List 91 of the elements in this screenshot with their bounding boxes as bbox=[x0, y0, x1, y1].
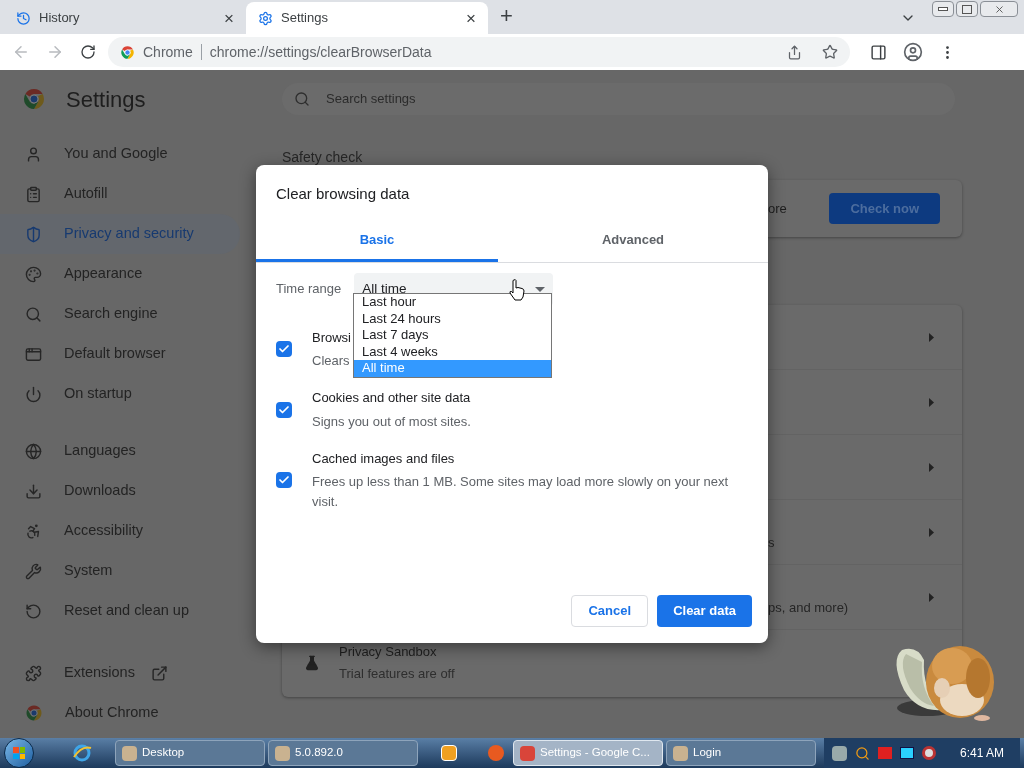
dialog-tab[interactable]: Basic bbox=[256, 221, 498, 262]
sidebar-item[interactable]: System bbox=[0, 551, 240, 591]
sidebar-item[interactable]: Languages bbox=[0, 431, 240, 471]
option-description: Clears bbox=[312, 352, 350, 370]
side-panel-icon[interactable] bbox=[870, 43, 887, 61]
option-description: Signs you out of most sites. bbox=[312, 412, 471, 431]
dialog-title: Clear browsing data bbox=[275, 184, 411, 204]
arrow-right-icon[interactable] bbox=[929, 527, 934, 537]
puzzle-icon bbox=[25, 664, 42, 682]
row-title: Privacy Sandbox bbox=[339, 642, 438, 661]
arrow-right-icon[interactable] bbox=[929, 592, 934, 602]
clock: 6:41 AM bbox=[959, 745, 1004, 762]
shield-icon bbox=[25, 225, 42, 243]
search-field[interactable]: Search settings bbox=[282, 83, 955, 115]
dialog-tab[interactable]: Advanced bbox=[498, 221, 768, 262]
taskbar-button[interactable]: 5.0.892.0 bbox=[268, 740, 418, 766]
option-description: Frees up less than 1 MB. Some sites may load more slowly on your next visit. bbox=[312, 473, 730, 511]
option-title: Browsi bbox=[312, 328, 351, 347]
minimize-icon[interactable] bbox=[932, 1, 954, 17]
address-bar[interactable]: Chrome chrome://settings/clearBrowserData bbox=[108, 37, 850, 67]
sidebar-item[interactable]: Reset and clean up bbox=[0, 591, 240, 631]
sidebar-item[interactable]: Autofill bbox=[0, 174, 240, 214]
share-icon[interactable] bbox=[787, 44, 802, 60]
dropdown-option[interactable]: All time bbox=[354, 360, 551, 377]
arrow-right-icon[interactable] bbox=[929, 332, 934, 342]
taskbar-button[interactable]: Desktop bbox=[115, 740, 265, 766]
arrow-right-icon[interactable] bbox=[929, 462, 934, 472]
section-heading: Safety check bbox=[282, 148, 364, 167]
download-icon bbox=[25, 482, 42, 500]
chrome-logo-icon bbox=[22, 87, 46, 111]
gear-icon bbox=[258, 10, 273, 26]
taskbar-button[interactable]: Login bbox=[666, 740, 816, 766]
checkbox[interactable] bbox=[276, 401, 292, 418]
cancel-button[interactable]: Cancel bbox=[571, 595, 649, 627]
sidebar-item[interactable]: Default browser bbox=[0, 334, 240, 374]
sidebar-item[interactable]: About Chrome bbox=[0, 693, 240, 733]
reload-icon[interactable] bbox=[80, 44, 96, 60]
chrome-logo-icon bbox=[25, 704, 43, 722]
person-icon bbox=[25, 145, 42, 163]
option-title: Cached images and files bbox=[312, 449, 455, 468]
profile-icon[interactable] bbox=[903, 42, 923, 62]
option-title: Cookies and other site data bbox=[312, 389, 471, 407]
power-icon bbox=[25, 385, 42, 403]
row-subtitle: Trial features are off bbox=[339, 665, 455, 683]
card-text: ore bbox=[768, 199, 787, 218]
search-icon[interactable] bbox=[854, 745, 870, 761]
tab-title: Settings bbox=[281, 9, 329, 28]
close-button[interactable]: × bbox=[224, 9, 234, 27]
site-label: Chrome bbox=[143, 42, 193, 62]
dropdown-option[interactable]: Last 24 hours bbox=[354, 310, 551, 327]
history-icon bbox=[25, 602, 42, 620]
browser-e-icon[interactable] bbox=[72, 743, 92, 763]
start-button[interactable] bbox=[4, 738, 34, 768]
sidebar-item[interactable]: Extensions bbox=[0, 653, 240, 693]
wrench-icon bbox=[25, 562, 42, 580]
chrome-logo-icon bbox=[120, 44, 135, 60]
browser-tab[interactable]: Settings × bbox=[246, 2, 488, 34]
sidebar-item[interactable]: Appearance bbox=[0, 254, 240, 294]
restore-icon[interactable] bbox=[956, 1, 978, 17]
row-text: s bbox=[768, 534, 775, 552]
field-label: Time range bbox=[276, 280, 342, 299]
accessibility-icon bbox=[25, 522, 42, 540]
sidebar-item[interactable]: Downloads bbox=[0, 471, 240, 511]
arrow-right-icon[interactable] bbox=[929, 397, 934, 407]
search-icon bbox=[25, 305, 42, 323]
browser-window-icon bbox=[25, 345, 42, 363]
url-text: chrome://settings/clearBrowserData bbox=[209, 42, 433, 62]
palette-icon bbox=[25, 265, 42, 283]
sidebar-item[interactable]: Accessibility bbox=[0, 511, 240, 551]
bookmark-star-icon[interactable] bbox=[822, 44, 838, 60]
flask-icon bbox=[304, 654, 320, 671]
tab-title: History bbox=[39, 9, 81, 28]
page-title: Settings bbox=[66, 85, 146, 114]
checkbox[interactable] bbox=[276, 472, 292, 489]
search-icon bbox=[294, 91, 310, 107]
dropdown-option[interactable]: Last 7 days bbox=[354, 327, 551, 344]
clear-data-button[interactable]: Clear data bbox=[657, 595, 752, 627]
sidebar-item[interactable]: On startup bbox=[0, 374, 240, 414]
new-tab-button[interactable]: + bbox=[500, 2, 513, 30]
sidebar-item[interactable]: Search engine bbox=[0, 294, 240, 334]
checkbox[interactable] bbox=[276, 341, 292, 358]
globe-icon bbox=[25, 442, 42, 460]
row-text: ps, and more) bbox=[768, 599, 849, 617]
checkmark-icon bbox=[278, 403, 290, 416]
dropdown-option[interactable]: Last 4 weeks bbox=[354, 343, 551, 360]
clipboard-icon bbox=[25, 185, 42, 203]
close-button[interactable]: × bbox=[466, 9, 476, 27]
external-link-icon[interactable] bbox=[150, 664, 168, 682]
close-icon[interactable] bbox=[980, 1, 1018, 17]
sidebar-item[interactable]: You and Google bbox=[0, 134, 240, 174]
history-icon bbox=[16, 10, 31, 26]
